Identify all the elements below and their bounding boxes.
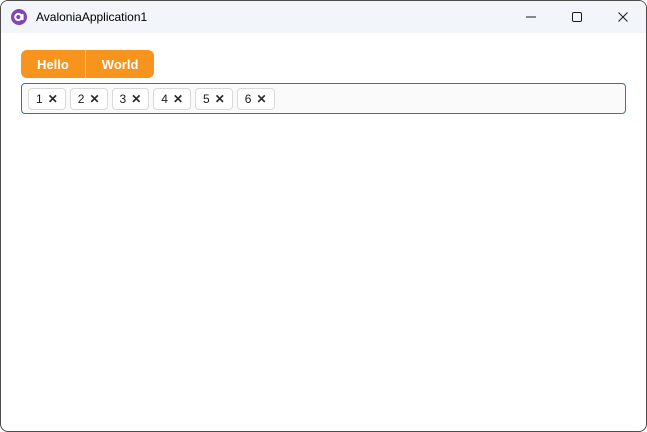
tabstrip: Hello World (21, 50, 155, 78)
window-title: AvaloniaApplication1 (36, 10, 148, 24)
chip-label: 2 (77, 91, 85, 106)
chip-remove-icon[interactable]: ✕ (131, 93, 141, 105)
chip-label: 5 (203, 91, 210, 106)
chip-5: 5 ✕ (195, 87, 233, 110)
chip-label: 1 (36, 91, 43, 106)
tab-world[interactable]: World (84, 50, 155, 78)
chip-remove-icon[interactable]: ✕ (89, 93, 99, 105)
chip-label: 6 (244, 91, 252, 106)
chip-remove-icon[interactable]: ✕ (48, 93, 58, 105)
close-button[interactable] (600, 1, 646, 33)
app-window: AvaloniaApplication1 Hello World 1 ✕ 2 ✕… (0, 0, 647, 432)
chip-remove-icon[interactable]: ✕ (256, 93, 266, 105)
close-icon (618, 12, 628, 22)
chip-6: 6 ✕ (236, 87, 275, 110)
maximize-icon (572, 12, 582, 22)
window-controls (508, 1, 646, 33)
chip-label: 4 (161, 91, 168, 106)
minimize-button[interactable] (508, 1, 554, 33)
chip-input[interactable]: 1 ✕ 2 ✕ 3 ✕ 4 ✕ 5 ✕ 6 ✕ (21, 83, 626, 114)
chip-label: 3 (119, 91, 127, 106)
avalonia-logo-icon (11, 9, 27, 25)
chip-3: 3 ✕ (111, 87, 150, 110)
chip-remove-icon[interactable]: ✕ (215, 93, 225, 105)
minimize-icon (526, 16, 536, 18)
chip-remove-icon[interactable]: ✕ (173, 93, 183, 105)
tab-hello[interactable]: Hello (21, 50, 85, 78)
chip-1: 1 ✕ (28, 87, 66, 110)
maximize-button[interactable] (554, 1, 600, 33)
chip-2: 2 ✕ (69, 87, 108, 110)
titlebar[interactable]: AvaloniaApplication1 (1, 1, 646, 33)
chip-4: 4 ✕ (153, 87, 191, 110)
main-content: Hello World 1 ✕ 2 ✕ 3 ✕ 4 ✕ 5 ✕ 6 ✕ (1, 33, 646, 114)
